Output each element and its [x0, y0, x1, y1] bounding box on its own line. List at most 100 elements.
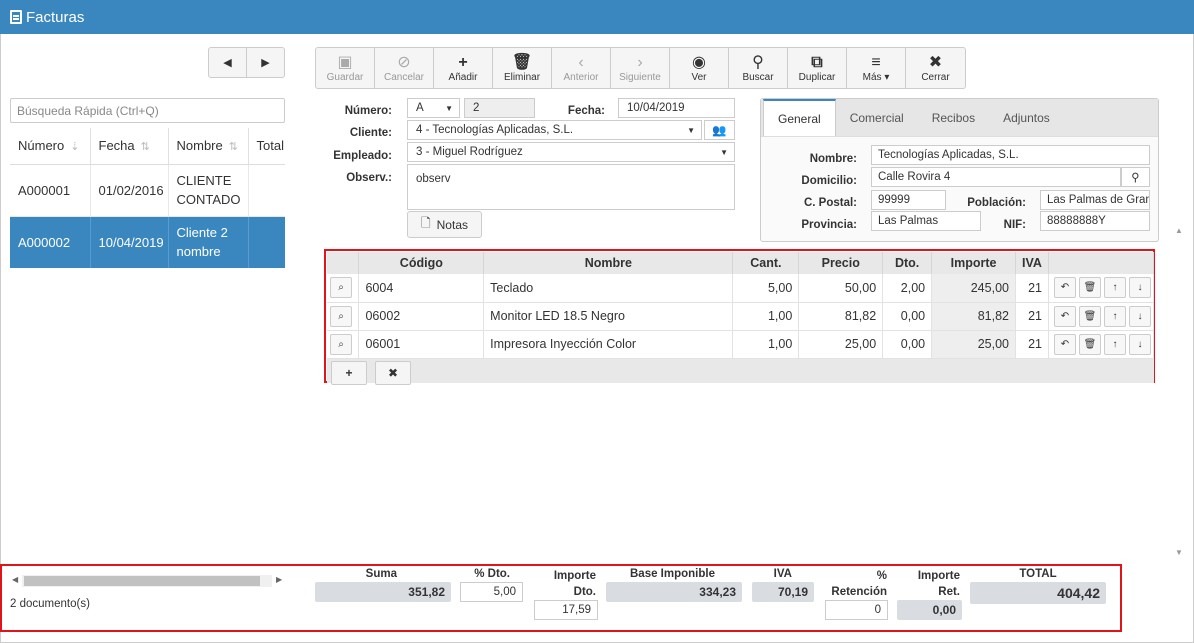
cell-dto[interactable]: 2,00	[882, 274, 933, 303]
trash-icon[interactable]: 🗑	[1079, 305, 1101, 327]
cell-cant[interactable]: 5,00	[732, 274, 800, 303]
column-header-dto[interactable]: Dto.	[882, 252, 933, 274]
sort-icon: ⇅	[228, 141, 238, 154]
vertical-scrollbar[interactable]: ▲ ▼	[1175, 226, 1185, 560]
column-header-nombre[interactable]: Nombre	[483, 252, 734, 274]
arrow-down-icon[interactable]: ↓	[1129, 333, 1151, 355]
column-header-cant[interactable]: Cant.	[732, 252, 800, 274]
cell-nombre[interactable]: Teclado	[483, 274, 734, 303]
scroll-right-icon[interactable]: ▶	[276, 575, 282, 584]
more-menu-button[interactable]: ≡ Más ▾	[847, 48, 906, 88]
cell-codigo[interactable]: 06001	[358, 330, 485, 359]
pdto-input[interactable]: 5,00	[460, 582, 523, 602]
clients-button[interactable]: 👥	[704, 120, 735, 140]
scroll-thumb[interactable]	[24, 576, 260, 586]
tab-recibos[interactable]: Recibos	[918, 99, 989, 136]
arrow-down-icon[interactable]: ↓	[1129, 277, 1151, 299]
column-header-nombre[interactable]: Nombre ⇅	[168, 128, 249, 165]
remove-line-button[interactable]: ✖	[375, 361, 411, 385]
arrow-up-icon[interactable]: ↑	[1104, 333, 1126, 355]
domicilio-field[interactable]: Calle Rovira 4	[871, 167, 1121, 187]
lookup-icon[interactable]: ⌕	[330, 305, 352, 327]
arrow-up-icon[interactable]: ↑	[1104, 277, 1126, 299]
cell-cant[interactable]: 1,00	[732, 302, 800, 331]
cell-dto[interactable]: 0,00	[882, 330, 933, 359]
trash-icon[interactable]: 🗑	[1079, 333, 1101, 355]
cell-nombre[interactable]: Impresora Inyección Color	[483, 330, 734, 359]
delete-button[interactable]: 🗑 Eliminar	[493, 48, 552, 88]
cell-codigo[interactable]: 06002	[358, 302, 485, 331]
add-line-button[interactable]: +	[331, 361, 367, 385]
cell-iva[interactable]: 21	[1015, 302, 1050, 331]
arrow-down-icon[interactable]: ↓	[1129, 305, 1151, 327]
undo-icon[interactable]: ↶	[1054, 277, 1076, 299]
close-button[interactable]: ✖ Cerrar	[906, 48, 965, 88]
importe-dto-value: 17,59	[534, 600, 598, 620]
scroll-left-icon[interactable]: ◀	[12, 575, 18, 584]
tab-adjuntos[interactable]: Adjuntos	[989, 99, 1064, 136]
fecha-field[interactable]: 10/04/2019	[618, 98, 735, 118]
view-button[interactable]: ◉ Ver	[670, 48, 729, 88]
notes-button[interactable]: 🗋 Notas	[407, 211, 482, 238]
list-row[interactable]: A000001 01/02/2016 CLIENTECONTADO 0	[10, 164, 285, 217]
cell-dto[interactable]: 0,00	[882, 302, 933, 331]
observ-textarea[interactable]: observ	[407, 164, 735, 210]
cell-iva[interactable]: 21	[1015, 330, 1050, 359]
column-header-importe[interactable]: Importe	[931, 252, 1016, 274]
horizontal-scrollbar[interactable]: ◀ ▶	[10, 574, 285, 588]
tab-general[interactable]: General	[763, 99, 836, 136]
column-header-total[interactable]: Total	[248, 128, 285, 165]
add-button[interactable]: + Añadir	[434, 48, 493, 88]
numero-field[interactable]: 2	[464, 98, 535, 118]
arrow-up-icon[interactable]: ↑	[1104, 305, 1126, 327]
cpostal-field[interactable]: 99999	[871, 190, 946, 210]
previous-button[interactable]: ‹ Anterior	[552, 48, 611, 88]
save-button[interactable]: ▣ Guardar	[316, 48, 375, 88]
serie-select[interactable]: A ▼	[407, 98, 460, 118]
map-button[interactable]: ⚲	[1121, 167, 1150, 187]
column-header-precio[interactable]: Precio	[798, 252, 884, 274]
provincia-field[interactable]: Las Palmas	[871, 211, 981, 231]
scroll-down-icon[interactable]: ▼	[1175, 548, 1183, 557]
cliente-select[interactable]: 4 - Tecnologías Aplicadas, S.L. ▼	[407, 120, 702, 140]
pdto-label: % Dto.	[474, 568, 510, 580]
undo-icon[interactable]: ↶	[1054, 333, 1076, 355]
empleado-select[interactable]: 3 - Miguel Rodríguez ▼	[407, 142, 735, 162]
lookup-icon[interactable]: ⌕	[330, 333, 352, 355]
scroll-up-icon[interactable]: ▲	[1175, 226, 1183, 235]
cell-precio[interactable]: 50,00	[798, 274, 884, 303]
lookup-icon[interactable]: ⌕	[330, 277, 352, 299]
document-list: Número ⇣ Fecha ⇅ Nombre ⇅ Total A000001 01/…	[10, 128, 285, 268]
cell-cant[interactable]: 1,00	[732, 330, 800, 359]
column-header-codigo[interactable]: Código	[358, 252, 485, 274]
poblacion-field[interactable]: Las Palmas de Gran	[1040, 190, 1150, 210]
list-row-selected[interactable]: A000002 10/04/2019 Cliente 2nombre 404	[10, 216, 285, 268]
column-header-numero[interactable]: Número ⇣	[10, 128, 91, 165]
column-header-fecha[interactable]: Fecha ⇅	[90, 128, 169, 165]
list-nav-arrows: ◀ ▶	[208, 47, 285, 78]
nombre-field[interactable]: Tecnologías Aplicadas, S.L.	[871, 145, 1150, 165]
cell-precio[interactable]: 25,00	[798, 330, 884, 359]
undo-icon[interactable]: ↶	[1054, 305, 1076, 327]
column-header-iva[interactable]: IVA	[1015, 252, 1050, 274]
cancel-button[interactable]: ⊘ Cancelar	[375, 48, 434, 88]
cell-iva[interactable]: 21	[1015, 274, 1050, 303]
nif-field[interactable]: 88888888Y	[1040, 211, 1150, 231]
trash-icon[interactable]: 🗑	[1079, 277, 1101, 299]
tab-comercial[interactable]: Comercial	[836, 99, 918, 136]
duplicate-button[interactable]: ⧉ Duplicar	[788, 48, 847, 88]
cell-fecha: 10/04/2019	[90, 216, 169, 268]
cell-nombre[interactable]: Monitor LED 18.5 Negro	[483, 302, 734, 331]
next-button[interactable]: › Siguiente	[611, 48, 670, 88]
iva-label: IVA	[773, 568, 792, 580]
base-imponible-label: Base Imponible	[630, 568, 715, 580]
prev-arrow-button[interactable]: ◀	[209, 48, 247, 77]
observ-label: Observ.:	[346, 172, 392, 184]
cell-precio[interactable]: 81,82	[798, 302, 884, 331]
search-button[interactable]: ⚲ Buscar	[729, 48, 788, 88]
retencion-input[interactable]: 0	[825, 600, 888, 620]
next-arrow-button[interactable]: ▶	[247, 48, 284, 77]
quick-search-input[interactable]: Búsqueda Rápida (Ctrl+Q)	[10, 98, 285, 123]
cell-numero: A000001	[10, 164, 91, 217]
cell-codigo[interactable]: 6004	[358, 274, 485, 303]
